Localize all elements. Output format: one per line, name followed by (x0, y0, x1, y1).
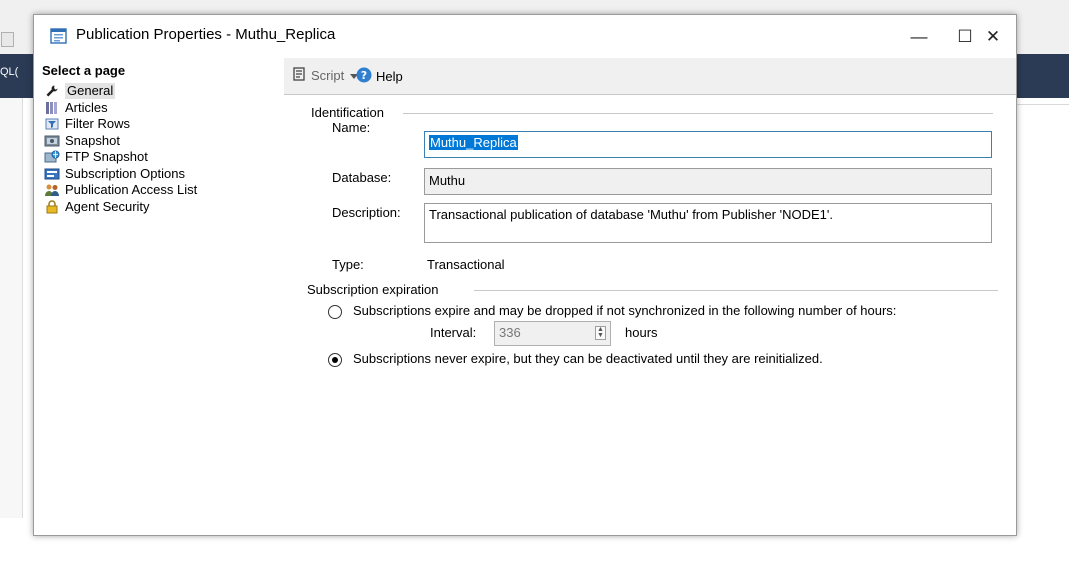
database-field: Muthu (424, 168, 992, 195)
type-label: Type: (332, 257, 364, 272)
minimize-button[interactable]: — (896, 15, 942, 58)
page-selector: Select a page General Articles Filter Ro… (34, 58, 285, 535)
type-value: Transactional (427, 257, 505, 272)
dialog-title: Publication Properties - Muthu_Replica (76, 26, 336, 43)
articles-icon (44, 101, 60, 115)
interval-label: Interval: (430, 325, 477, 340)
identification-group-label: Identification (311, 105, 384, 120)
expire-option-radio[interactable] (328, 305, 342, 319)
general-page: Identification Name: Muthu_Replica Datab… (284, 95, 1016, 535)
background-app-label: QL( (0, 66, 19, 78)
svg-text:?: ? (361, 69, 367, 82)
subscription-expiration-group-rule (474, 290, 998, 291)
script-label: Script (311, 68, 345, 83)
sidebar-item-snapshot[interactable]: Snapshot (44, 133, 197, 150)
filter-icon (44, 117, 60, 131)
lock-icon (44, 200, 60, 214)
help-button[interactable]: ? Help (356, 67, 403, 86)
sidebar-item-articles[interactable]: Articles (44, 100, 197, 117)
help-label: Help (376, 69, 403, 84)
sidebar-item-agent-security[interactable]: Agent Security (44, 199, 197, 216)
script-icon (292, 67, 306, 84)
sidebar-item-publication-access-list[interactable]: Publication Access List (44, 182, 197, 199)
interval-value: 336 (499, 325, 521, 340)
expire-option-label[interactable]: Subscriptions expire and may be dropped … (353, 303, 896, 318)
subscription-options-icon (44, 167, 60, 181)
background-app-panel (0, 98, 23, 518)
page-list: General Articles Filter Rows Snapshot FT… (44, 83, 197, 215)
background-app-icon (1, 32, 14, 47)
snapshot-icon (44, 134, 60, 148)
database-label: Database: (332, 170, 392, 185)
description-label: Description: (332, 205, 401, 220)
name-value: Muthu_Replica (429, 135, 518, 150)
properties-window-icon (50, 27, 68, 45)
subscription-expiration-group-label: Subscription expiration (307, 282, 439, 297)
help-icon: ? (356, 67, 372, 86)
publication-properties-dialog: Publication Properties - Muthu_Replica —… (33, 14, 1017, 536)
spin-arrows-icon[interactable]: ▲ ▼ (595, 326, 606, 340)
users-icon (44, 183, 60, 197)
name-label: Name: (332, 120, 371, 135)
never-expire-option-radio[interactable] (328, 353, 342, 367)
script-button[interactable]: Script (292, 67, 359, 84)
never-expire-option-label[interactable]: Subscriptions never expire, but they can… (353, 351, 823, 366)
sidebar-item-filter-rows[interactable]: Filter Rows (44, 116, 197, 133)
interval-unit-label: hours (625, 325, 658, 340)
sidebar-item-ftp-snapshot[interactable]: FTP Snapshot (44, 149, 197, 166)
close-button[interactable]: ✕ (970, 15, 1016, 58)
sidebar-item-general[interactable]: General (44, 83, 197, 100)
name-field[interactable]: Muthu_Replica (424, 131, 992, 158)
dialog-toolbar: Script ? Help (284, 58, 1016, 95)
ftp-snapshot-icon (44, 150, 60, 164)
sidebar-item-subscription-options[interactable]: Subscription Options (44, 166, 197, 183)
interval-stepper[interactable]: 336 ▲ ▼ (494, 321, 611, 346)
wrench-icon (44, 84, 60, 98)
dialog-titlebar[interactable]: Publication Properties - Muthu_Replica —… (34, 15, 1016, 58)
identification-group-rule (403, 113, 993, 114)
page-selector-header: Select a page (42, 63, 126, 78)
description-field[interactable]: Transactional publication of database 'M… (424, 203, 992, 243)
